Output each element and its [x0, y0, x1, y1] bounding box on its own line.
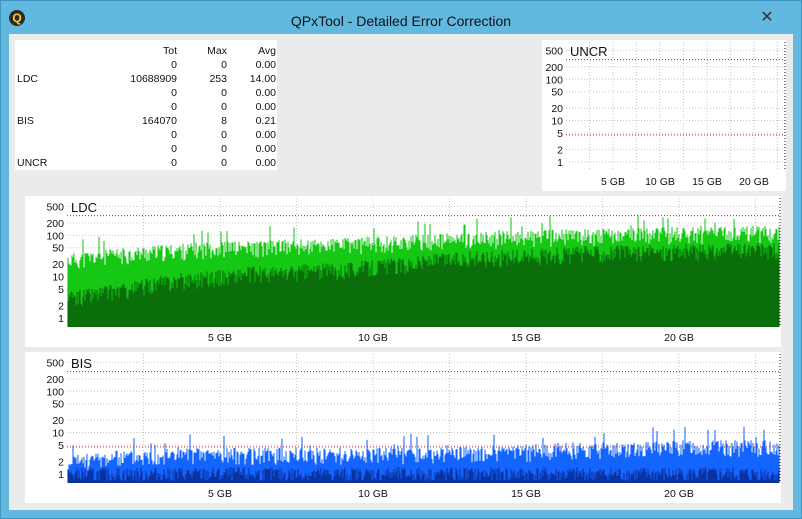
row-avg: 0.00: [255, 101, 276, 113]
close-button[interactable]: ✕: [744, 8, 790, 28]
x-tick-label: 5 GB: [208, 332, 232, 344]
x-tick-label: 5 GB: [208, 488, 232, 500]
y-tick-label: 2: [557, 144, 563, 156]
header-avg: Avg: [258, 45, 276, 57]
row-tot: 0: [171, 87, 177, 99]
row-max: 0: [221, 129, 227, 141]
y-tick-label: 2: [58, 300, 64, 312]
y-tick-label: 5: [58, 440, 64, 452]
x-tick-label: 20 GB: [664, 332, 694, 344]
y-tick-label: 200: [46, 218, 64, 230]
row-avg: 0.00: [255, 143, 276, 155]
x-tick-label: 10 GB: [358, 332, 388, 344]
row-tot: 0: [171, 59, 177, 71]
x-tick-label: 15 GB: [511, 332, 541, 344]
y-tick-label: 1: [58, 313, 64, 325]
row-max: 0: [221, 101, 227, 113]
bis-chart: 5 GB 10 GB 15 GB 20 GB 12 51020 50100200 500 BIS: [25, 352, 781, 503]
y-tick-label: 200: [46, 374, 64, 386]
y-tick-label: 5: [557, 128, 563, 140]
row-tot: 0: [171, 157, 177, 169]
row-max: 253: [209, 73, 227, 85]
header-max: Max: [207, 45, 227, 57]
stats-row: 0 0 0.00: [15, 100, 277, 114]
x-tick-label: 15 GB: [511, 488, 541, 500]
y-tick-label: 200: [545, 62, 563, 74]
header-tot: Tot: [162, 45, 177, 57]
x-tick-label: 20 GB: [664, 488, 694, 500]
x-tick-label: 10 GB: [358, 488, 388, 500]
y-tick-label: 50: [52, 399, 64, 411]
stats-table: Tot Max Avg 0 0 0.00 LDC 10688909 253 14…: [15, 40, 277, 170]
row-max: 0: [221, 59, 227, 71]
row-label: LDC: [17, 73, 39, 85]
y-tick-label: 50: [52, 243, 64, 255]
row-label: BIS: [17, 115, 34, 127]
y-tick-label: 500: [46, 357, 64, 369]
row-max: 0: [221, 87, 227, 99]
y-tick-label: 20: [551, 103, 563, 115]
client-area: Tot Max Avg 0 0 0.00 LDC 10688909 253 14…: [9, 34, 793, 510]
row-max: 0: [221, 157, 227, 169]
chart-title: BIS: [71, 356, 92, 371]
y-tick-label: 2: [58, 456, 64, 468]
stats-header-row: Tot Max Avg: [15, 44, 277, 58]
y-tick-label: 20: [52, 259, 64, 271]
row-avg: 14.00: [249, 73, 276, 85]
y-tick-label: 100: [46, 386, 64, 398]
row-avg: 0.00: [255, 59, 276, 71]
y-tick-label: 10: [52, 428, 64, 440]
stats-row-uncr: UNCR 0 0 0.00: [15, 156, 277, 170]
title-bar[interactable]: Q QPxTool - Detailed Error Correction ✕: [1, 1, 801, 33]
x-tick-label: 20 GB: [739, 176, 769, 188]
ldc-chart: 5 GB 10 GB 15 GB 20 GB 12 51020 50100200 500 LDC: [25, 196, 781, 347]
y-tick-label: 500: [46, 201, 64, 213]
app-window: Q QPxTool - Detailed Error Correction ✕ …: [0, 0, 802, 519]
stats-row: 0 0 0.00: [15, 86, 277, 100]
x-tick-label: 15 GB: [692, 176, 722, 188]
y-tick-label: 50: [551, 87, 563, 99]
row-avg: 0.00: [255, 157, 276, 169]
y-tick-label: 5: [58, 284, 64, 296]
row-tot: 0: [171, 101, 177, 113]
row-max: 8: [221, 115, 227, 127]
stats-row: 0 0 0.00: [15, 142, 277, 156]
stats-row-bis: BIS 164070 8 0.21: [15, 114, 277, 128]
row-label: UNCR: [17, 157, 48, 169]
chart-title: UNCR: [570, 44, 608, 59]
uncr-chart: 5 GB 10 GB 15 GB 20 GB 12 51020 50100200 500 UNC…: [542, 40, 786, 191]
stats-row: 0 0 0.00: [15, 58, 277, 72]
row-tot: 0: [171, 143, 177, 155]
y-tick-label: 20: [52, 415, 64, 427]
y-tick-label: 100: [545, 74, 563, 86]
chart-title: LDC: [71, 200, 97, 215]
row-avg: 0.21: [255, 115, 276, 127]
row-tot: 0: [171, 129, 177, 141]
y-tick-label: 1: [58, 469, 64, 481]
row-tot: 10688909: [130, 73, 177, 85]
stats-row: 0 0 0.00: [15, 128, 277, 142]
chart-background: [542, 40, 786, 191]
row-avg: 0.00: [255, 87, 276, 99]
y-tick-label: 10: [551, 116, 563, 128]
stats-row-ldc: LDC 10688909 253 14.00: [15, 72, 277, 86]
row-max: 0: [221, 143, 227, 155]
y-tick-label: 500: [545, 45, 563, 57]
row-avg: 0.00: [255, 129, 276, 141]
row-tot: 164070: [141, 115, 177, 127]
y-tick-label: 1: [557, 157, 563, 169]
x-tick-label: 10 GB: [645, 176, 675, 188]
y-tick-label: 10: [52, 272, 64, 284]
y-tick-label: 100: [46, 230, 64, 242]
x-tick-label: 5 GB: [601, 176, 625, 188]
